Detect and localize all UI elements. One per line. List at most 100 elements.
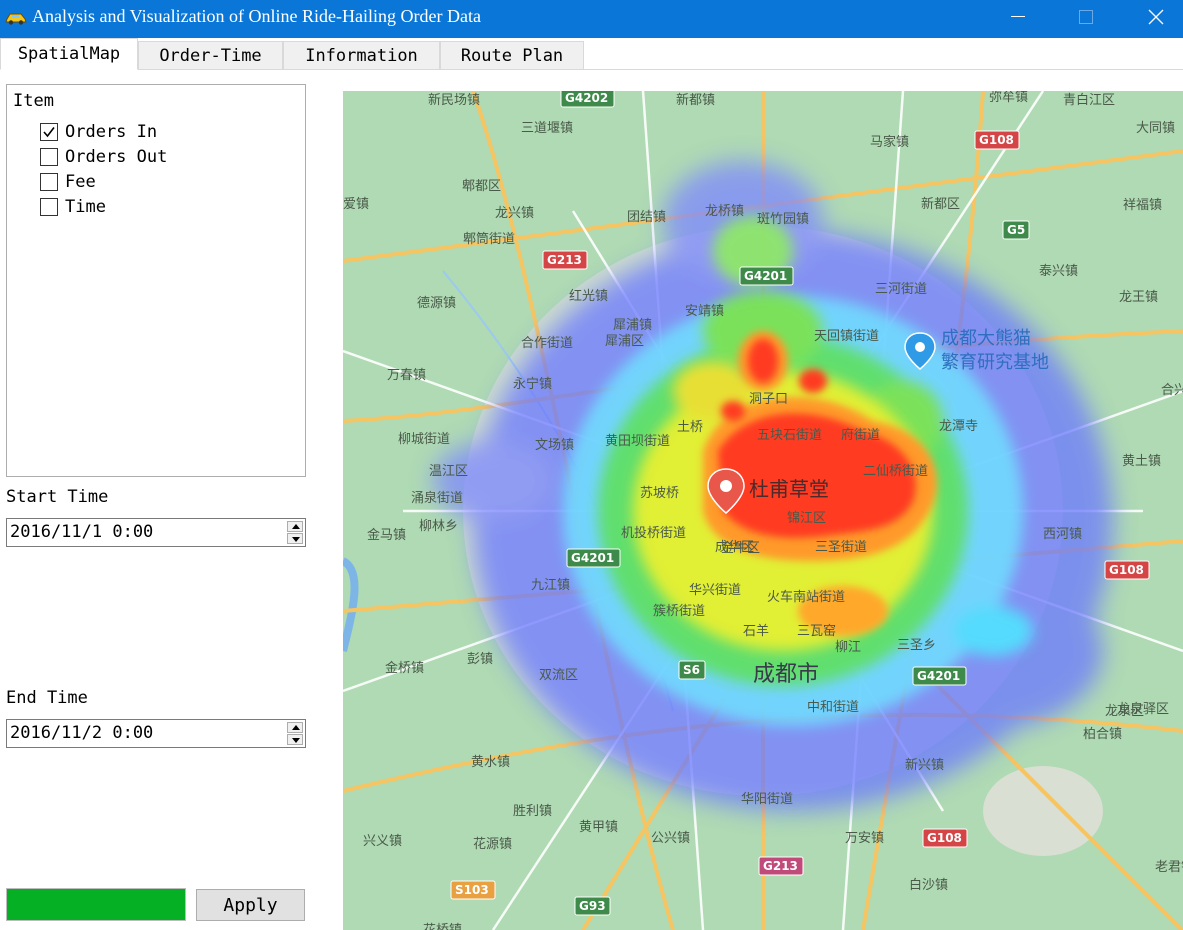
map-place-label: 温江区 [429,464,468,479]
checkbox-label: Fee [65,172,96,192]
map-place-label: 合兴镇 [1161,383,1183,398]
checkbox-fee[interactable]: Fee [40,171,96,193]
map-place-label: 三圣乡 [897,638,936,653]
map-place-label: 马家镇 [870,134,909,150]
map-place-label: 黄田坝街道 [605,434,670,449]
map-place-label: 华兴街道 [689,583,741,598]
checkbox-time[interactable]: Time [40,196,106,218]
map-place-label: 新都区 [921,196,960,212]
highway-shield: G213 [542,250,588,270]
map-place-label: 花源镇 [473,836,512,852]
map-place-label: 龙泉区 [1105,703,1144,719]
map-place-label: 红光镇 [569,288,608,304]
end-time-increment-button[interactable] [287,722,303,733]
window-title: Analysis and Visualization of Online Rid… [32,6,481,26]
start-time-increment-button[interactable] [287,521,303,532]
map-place-label: 安靖镇 [685,304,724,319]
checkbox-unchecked[interactable] [40,198,58,216]
maximize-button[interactable] [1062,0,1108,34]
map-place-label: 锦江区 [787,511,826,526]
checkbox-label: Time [65,197,106,217]
map-place-label: 爱镇 [343,197,369,212]
map-place-label: 金桥镇 [385,660,424,676]
map-place-label: 西河镇 [1043,527,1082,542]
highway-shield: G108 [922,828,968,848]
tab-order-time[interactable]: Order-Time [138,41,283,69]
checkbox-unchecked[interactable] [40,173,58,191]
taxi-icon [4,10,28,26]
map-place-label: 五块石街道 [757,428,822,443]
tab-route-plan[interactable]: Route Plan [440,41,584,69]
close-button[interactable] [1133,0,1179,34]
apply-button[interactable]: Apply [196,889,305,921]
map-place-label: 新民场镇 [428,92,480,108]
map-place-label: 柳江 [835,640,861,655]
end-time-decrement-button[interactable] [287,734,303,745]
checkbox-orders-out[interactable]: Orders Out [40,146,167,168]
highway-shield-label: G108 [1109,563,1144,577]
highway-shield: G93 [574,896,611,916]
map-place-label: 洞子口 [749,392,788,407]
highway-shield-label: G108 [927,831,962,845]
map-place-label: 文场镇 [535,438,574,453]
progress-bar [6,888,186,921]
checkbox-label: Orders Out [65,147,168,167]
map-place-label: 三瓦窑 [797,623,836,639]
map-place-label: 黄水镇 [471,755,510,770]
heatmap-map[interactable]: 杜甫草堂 成都大熊猫 繁育研究基地 成都市 岷江 新民场镇新都镇弥牟镇青白江区大… [343,91,1183,930]
map-place-label: 天回镇街道 [814,329,879,344]
map-place-label: 双流区 [539,668,578,683]
map-place-label: 郫都区 [462,178,501,194]
map-place-label: 苏坡桥 [640,485,679,501]
tab-spatialmap[interactable]: SpatialMap [0,38,138,70]
map-place-label: 老君镇 [1155,860,1183,875]
checkbox-checked[interactable] [40,123,58,141]
end-time-input[interactable]: 2016/11/2 0:00 [6,719,306,748]
highway-shield: G4201 [739,266,794,286]
highway-shield: G4201 [566,548,621,568]
map-place-label: 胜利镇 [513,804,552,819]
check-icon [43,127,55,138]
start-time-value: 2016/11/1 0:00 [10,522,154,542]
minimize-button[interactable] [995,0,1041,34]
highway-shield: S6 [678,660,706,680]
map-place-label: 郫筒街道 [463,231,515,247]
highway-shield: G5 [1002,220,1030,240]
map-label-panda-1: 成都大熊猫 [941,328,1031,349]
highway-shield-label: G5 [1007,223,1025,237]
map-place-label: 柏合镇 [1083,727,1122,742]
map-place-label: 成华区 [715,540,754,555]
checkbox-unchecked[interactable] [40,148,58,166]
highway-shield-label: G213 [763,859,798,873]
map-place-label: 金马镇 [367,527,406,543]
map-place-label: 三道堰镇 [521,121,573,136]
map-place-label: 黄甲镇 [579,820,618,835]
map-place-label: 柳城街道 [398,432,450,447]
tab-information[interactable]: Information [283,41,440,69]
start-time-input[interactable]: 2016/11/1 0:00 [6,518,306,547]
map-place-label: 祥福镇 [1123,198,1162,213]
highway-shield: G4202 [560,91,615,108]
map-place-label: 火车南站街道 [767,589,845,605]
map-place-label: 机投桥街道 [621,525,686,541]
start-time-decrement-button[interactable] [287,533,303,544]
highway-shield-label: G93 [579,899,606,913]
map-place-label: 犀浦镇 [613,318,652,333]
map-place-label: 龙潭寺 [939,419,978,434]
checkbox-orders-in[interactable]: Orders In [40,121,157,143]
map-place-label: 永宁镇 [513,376,552,392]
map-place-label: 土桥 [677,420,703,435]
map-place-label: 涌泉街道 [411,490,463,506]
map-place-label: 柳林乡 [419,519,458,534]
map-place-label: 花桥镇 [423,922,462,930]
map-place-label: 龙王镇 [1119,290,1158,305]
map-label-poi-center: 杜甫草堂 [749,477,829,501]
map-place-label: 龙兴镇 [495,206,534,221]
map-place-label: 白沙镇 [909,877,948,893]
map-place-label: 兴义镇 [363,834,402,849]
highway-shield-label: G4201 [917,669,960,683]
item-group-title: Item [13,91,54,111]
map-place-label: 簇桥街道 [653,604,705,619]
highway-shield: G108 [974,130,1020,150]
end-time-value: 2016/11/2 0:00 [10,723,154,743]
